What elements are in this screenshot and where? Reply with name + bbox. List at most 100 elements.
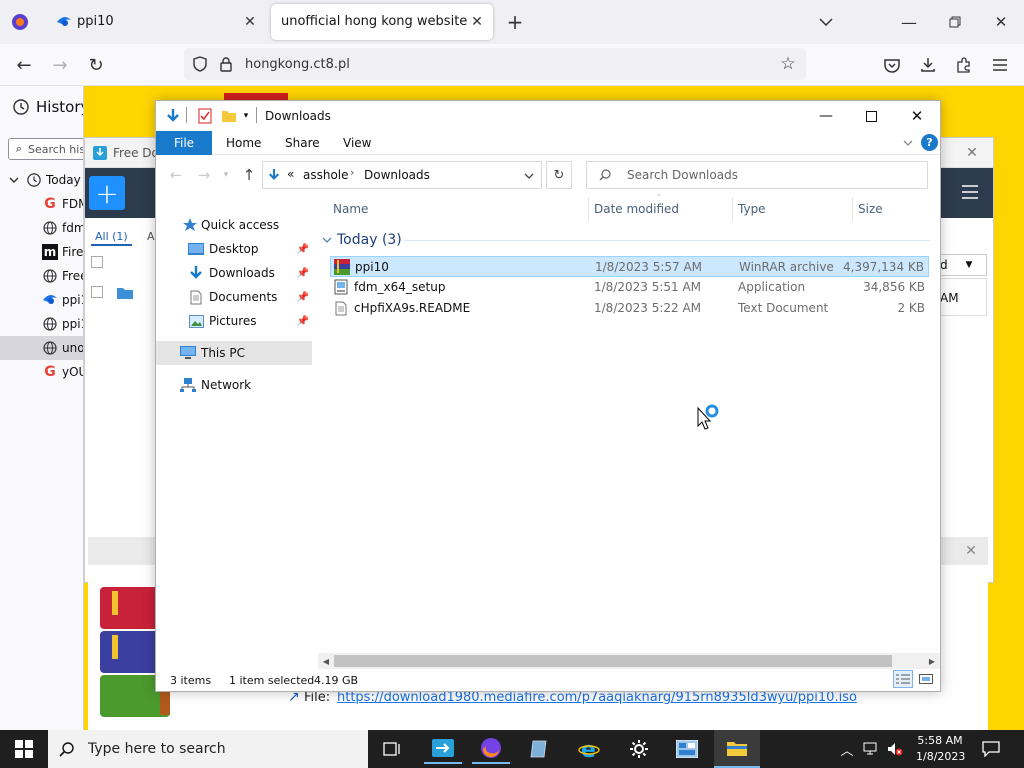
address-overflow[interactable]: « bbox=[287, 167, 294, 181]
lock-icon[interactable] bbox=[216, 54, 236, 74]
menu-icon[interactable] bbox=[988, 53, 1012, 77]
pin-icon[interactable]: 📌 bbox=[296, 266, 310, 280]
windows-start-icon[interactable] bbox=[0, 730, 48, 768]
scroll-left-icon[interactable]: ◀ bbox=[318, 653, 334, 669]
column-divider[interactable] bbox=[588, 197, 589, 221]
new-folder-icon[interactable] bbox=[220, 107, 238, 125]
help-icon[interactable]: ? bbox=[921, 134, 938, 151]
history-group-today[interactable]: Today bbox=[0, 168, 83, 192]
add-download-button[interactable]: + bbox=[89, 176, 125, 210]
close-icon[interactable]: ✕ bbox=[963, 144, 981, 162]
notepad-taskbar-icon[interactable] bbox=[520, 734, 558, 764]
firefox-taskbar-icon[interactable] bbox=[472, 734, 510, 764]
recent-locations-icon[interactable]: ▾ bbox=[220, 167, 232, 183]
network-status-icon[interactable] bbox=[862, 740, 880, 758]
nav-pictures[interactable]: Pictures 📌 bbox=[156, 309, 312, 333]
reload-icon[interactable]: ↻ bbox=[84, 53, 108, 77]
breadcrumb-asshole[interactable]: asshole bbox=[303, 168, 349, 182]
chevron-down-icon[interactable] bbox=[321, 234, 333, 246]
file-row[interactable]: fdm_x64_setup 1/8/2023 5:51 AM Applicati… bbox=[330, 277, 929, 298]
column-header-date[interactable]: Date modified bbox=[594, 202, 679, 216]
search-downloads-input[interactable]: Search Downloads bbox=[586, 161, 928, 189]
breadcrumb-downloads[interactable]: Downloads bbox=[364, 168, 430, 182]
filter-all-tab[interactable]: All (1) bbox=[91, 229, 132, 246]
row-checkbox[interactable] bbox=[91, 286, 103, 298]
history-item[interactable]: ppi10 bbox=[0, 312, 83, 336]
fdm-dropdown[interactable]: d ▼ bbox=[935, 254, 987, 276]
file-explorer-taskbar-icon[interactable] bbox=[714, 730, 760, 768]
bookmark-star-icon[interactable]: ☆ bbox=[778, 54, 798, 74]
back-icon[interactable]: ← bbox=[166, 165, 186, 185]
nav-quick-access[interactable]: Quick access bbox=[156, 213, 312, 237]
history-item-selected[interactable]: unofficial bbox=[0, 336, 83, 360]
internet-explorer-taskbar-icon[interactable]: e bbox=[570, 734, 608, 764]
details-view-icon[interactable] bbox=[893, 670, 913, 688]
url-bar[interactable]: hongkong.ct8.pl ☆ bbox=[184, 48, 806, 80]
column-divider[interactable] bbox=[732, 197, 733, 221]
maximize-icon[interactable] bbox=[855, 105, 887, 127]
large-icons-view-icon[interactable] bbox=[916, 670, 936, 688]
notifications-icon[interactable] bbox=[980, 739, 1002, 759]
history-item[interactable]: Free bbox=[0, 264, 83, 288]
back-icon[interactable]: ← bbox=[12, 53, 36, 77]
downloads-icon[interactable] bbox=[916, 53, 940, 77]
ribbon-tab-view[interactable]: View bbox=[343, 136, 371, 150]
history-item[interactable]: fdm bbox=[0, 216, 83, 240]
url-text[interactable]: hongkong.ct8.pl bbox=[245, 57, 350, 72]
select-all-checkbox[interactable] bbox=[91, 256, 103, 268]
nav-this-pc[interactable]: This PC bbox=[156, 341, 312, 365]
minimize-icon[interactable]: — bbox=[898, 10, 920, 34]
close-icon[interactable]: ✕ bbox=[901, 105, 933, 127]
scrollbar-thumb[interactable] bbox=[334, 655, 892, 667]
quick-access-toolbar-dropdown-icon[interactable]: ▾ bbox=[240, 108, 252, 124]
fdm-taskbar-icon[interactable] bbox=[424, 734, 462, 764]
ribbon-tab-share[interactable]: Share bbox=[285, 136, 320, 150]
new-tab-icon[interactable]: + bbox=[503, 10, 527, 34]
volume-muted-icon[interactable] bbox=[886, 740, 904, 758]
column-header-name[interactable]: Name bbox=[333, 202, 368, 216]
horizontal-scrollbar[interactable]: ◀ ▶ bbox=[318, 653, 940, 669]
sidebar-title[interactable]: History bbox=[36, 98, 83, 116]
shield-icon[interactable] bbox=[190, 54, 210, 74]
fdm-menu-icon[interactable] bbox=[958, 180, 982, 204]
file-row-selected[interactable]: ppi10 1/8/2023 5:57 AM WinRAR archive 4,… bbox=[330, 256, 929, 277]
pin-icon[interactable]: 📌 bbox=[296, 314, 310, 328]
tab-unofficial-hong-kong[interactable]: unofficial hong kong website ✕ bbox=[271, 4, 493, 40]
tab-ppi10[interactable]: ppi10 ✕ bbox=[44, 4, 266, 40]
close-tab-icon[interactable]: ✕ bbox=[467, 12, 487, 32]
history-item[interactable]: ppi10 bbox=[0, 288, 83, 312]
taskbar-time[interactable]: 5:58 AM bbox=[916, 734, 964, 747]
pocket-icon[interactable] bbox=[880, 53, 904, 77]
address-dropdown-icon[interactable] bbox=[521, 168, 537, 184]
firefox-view-icon[interactable] bbox=[8, 10, 32, 34]
nav-network[interactable]: Network bbox=[156, 373, 312, 397]
file-link[interactable]: https://download1980.mediafire.com/p7aaq… bbox=[337, 690, 857, 705]
scroll-right-icon[interactable]: ▶ bbox=[924, 653, 940, 669]
pin-icon[interactable]: 📌 bbox=[296, 242, 310, 256]
control-panel-taskbar-icon[interactable] bbox=[668, 734, 706, 764]
close-icon[interactable]: ✕ bbox=[962, 542, 980, 560]
address-bar[interactable]: « asshole › Downloads bbox=[262, 161, 542, 189]
ribbon-tab-home[interactable]: Home bbox=[226, 136, 261, 150]
task-view-icon[interactable] bbox=[374, 734, 410, 764]
taskbar-search-box[interactable]: Type here to search bbox=[48, 730, 368, 768]
refresh-icon[interactable]: ↻ bbox=[546, 161, 572, 189]
history-item[interactable]: m Firefox bbox=[0, 240, 83, 264]
taskbar-date[interactable]: 1/8/2023 bbox=[916, 750, 965, 763]
close-tab-icon[interactable]: ✕ bbox=[240, 12, 260, 32]
column-header-type[interactable]: Type bbox=[738, 202, 766, 216]
up-icon[interactable]: ↑ bbox=[239, 165, 259, 185]
column-divider[interactable] bbox=[852, 197, 853, 221]
column-header-size[interactable]: Size bbox=[858, 202, 883, 216]
history-item[interactable]: G yOU bbox=[0, 360, 83, 384]
extensions-icon[interactable] bbox=[952, 53, 976, 77]
show-hidden-icons-icon[interactable]: ︿ bbox=[838, 740, 856, 759]
nav-desktop[interactable]: Desktop 📌 bbox=[156, 237, 312, 261]
history-item[interactable]: G FDM bbox=[0, 192, 83, 216]
expand-ribbon-icon[interactable] bbox=[900, 135, 916, 151]
ribbon-tab-file[interactable]: File bbox=[156, 131, 212, 155]
minimize-icon[interactable]: — bbox=[810, 105, 842, 127]
file-row[interactable]: cHpfiXA9s.README 1/8/2023 5:22 AM Text D… bbox=[330, 298, 929, 319]
forward-icon[interactable]: → bbox=[194, 165, 214, 185]
close-window-icon[interactable]: ✕ bbox=[990, 10, 1012, 34]
